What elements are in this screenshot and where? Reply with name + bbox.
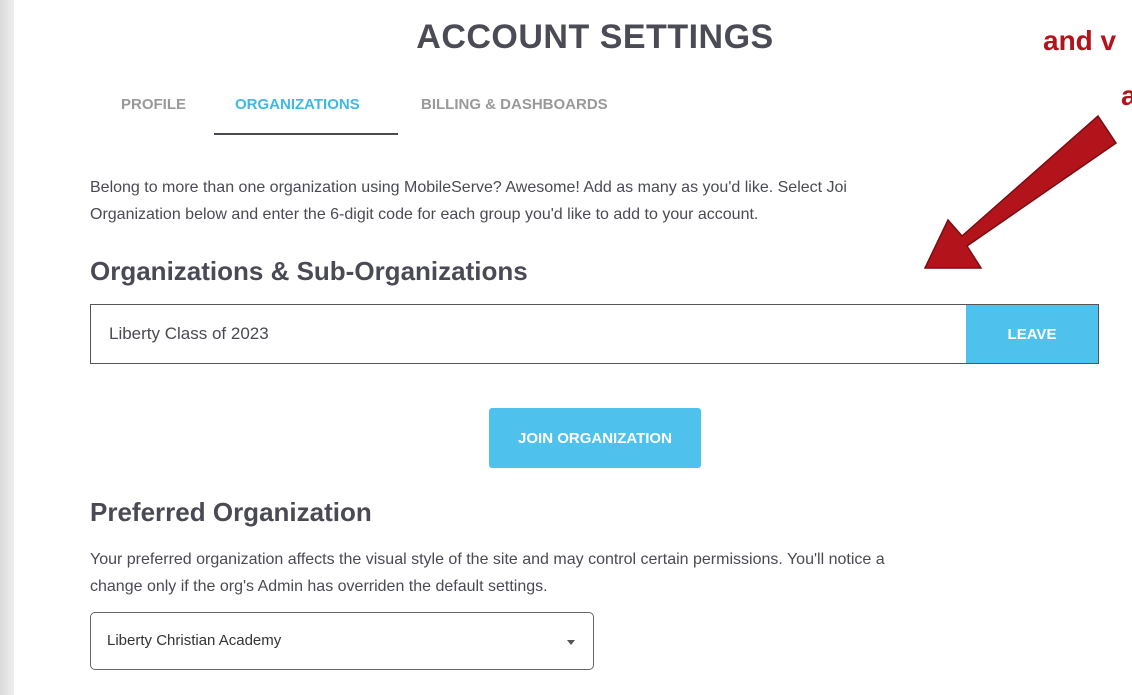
annotation-arrow-icon [923,114,1118,269]
annotation-arrow-layer [923,114,1118,269]
